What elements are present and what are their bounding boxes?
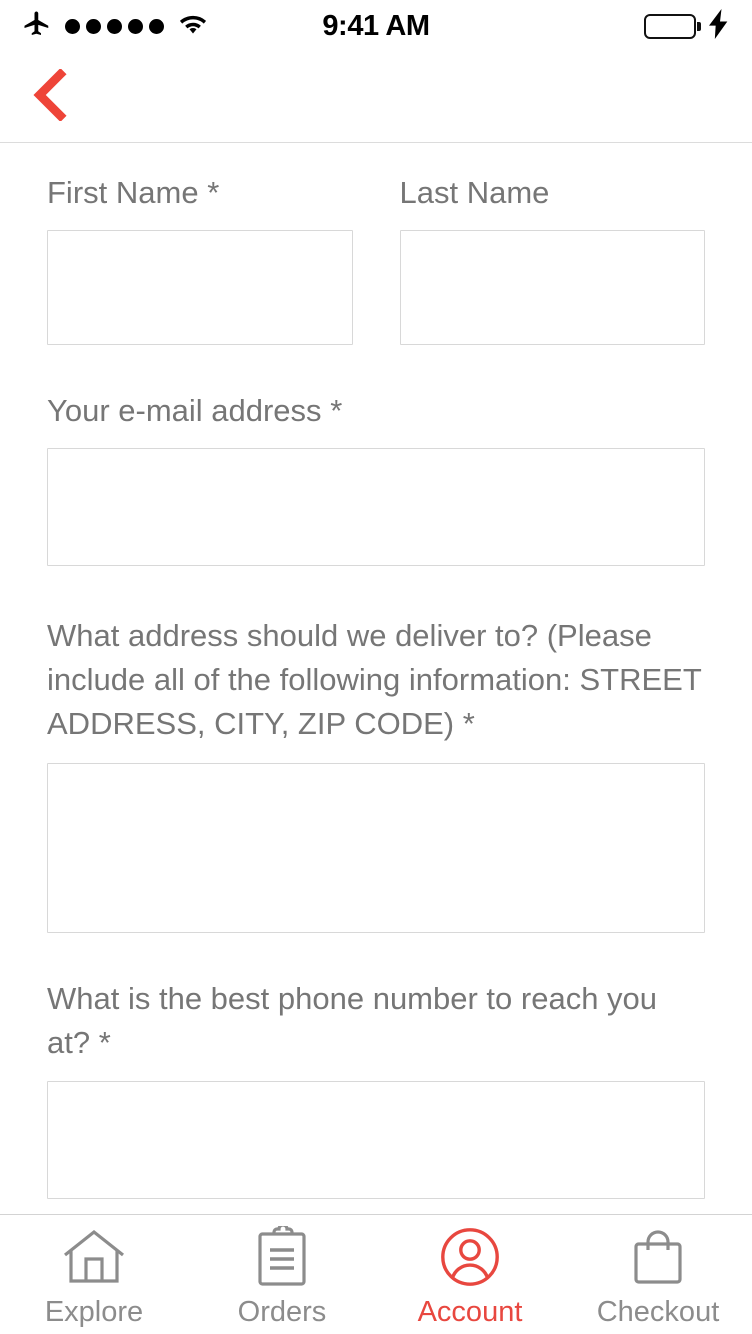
charging-bolt-icon bbox=[708, 8, 730, 44]
status-bar-right bbox=[643, 8, 731, 44]
chevron-left-icon bbox=[28, 67, 72, 126]
first-name-label-text: First Name bbox=[47, 175, 199, 210]
tab-account-label: Account bbox=[417, 1296, 523, 1328]
home-icon bbox=[58, 1226, 130, 1288]
back-button[interactable] bbox=[18, 65, 82, 129]
clipboard-icon bbox=[246, 1226, 318, 1288]
tab-explore-label: Explore bbox=[44, 1296, 144, 1328]
first-name-required-mark: * bbox=[207, 175, 220, 210]
phone-label-text: What is the best phone number to reach y… bbox=[47, 981, 658, 1060]
phone-label: What is the best phone number to reach y… bbox=[47, 977, 705, 1065]
last-name-label: Last Name bbox=[400, 171, 706, 215]
tab-checkout-label: Checkout bbox=[596, 1296, 720, 1328]
status-bar: 9:41 AM bbox=[0, 0, 752, 52]
address-label-text: What address should we deliver to? (Plea… bbox=[47, 618, 702, 741]
first-name-label: First Name * bbox=[47, 171, 353, 215]
navigation-bar bbox=[0, 52, 752, 143]
address-required-mark: * bbox=[462, 706, 475, 741]
last-name-input[interactable] bbox=[399, 230, 705, 345]
email-input[interactable] bbox=[47, 448, 705, 566]
airplane-mode-icon bbox=[22, 9, 52, 44]
bottom-tab-bar: Explore Orders Account Checkout bbox=[0, 1214, 752, 1334]
email-field-group: Your e-mail address * bbox=[47, 345, 705, 566]
account-form: First Name * Last Name Your e-mail addre… bbox=[0, 143, 752, 1214]
last-name-label-text: Last Name bbox=[399, 175, 550, 210]
phone-field-group: What is the best phone number to reach y… bbox=[47, 933, 705, 1199]
email-required-mark: * bbox=[330, 393, 343, 428]
tab-account[interactable]: Account bbox=[376, 1215, 564, 1334]
signal-strength-dots bbox=[65, 18, 164, 34]
tab-explore[interactable]: Explore bbox=[0, 1215, 188, 1334]
phone-screen: 9:41 AM First Name * Last Name Your e-ma… bbox=[0, 0, 752, 1334]
phone-required-mark: * bbox=[98, 1025, 111, 1060]
tab-orders-label: Orders bbox=[237, 1296, 327, 1328]
phone-input[interactable] bbox=[47, 1081, 705, 1199]
tab-checkout[interactable]: Checkout bbox=[564, 1215, 752, 1334]
shopping-bag-icon bbox=[622, 1226, 694, 1288]
name-field-group: First Name * Last Name bbox=[47, 143, 705, 345]
address-input[interactable] bbox=[47, 763, 705, 933]
email-label-text: Your e-mail address bbox=[47, 393, 322, 428]
battery-full-icon bbox=[643, 13, 701, 39]
address-label: What address should we deliver to? (Plea… bbox=[47, 614, 705, 746]
wifi-icon bbox=[177, 11, 209, 42]
status-bar-left bbox=[22, 9, 209, 44]
user-circle-icon bbox=[434, 1226, 506, 1288]
first-name-input[interactable] bbox=[47, 230, 353, 345]
address-field-group: What address should we deliver to? (Plea… bbox=[47, 566, 705, 933]
email-label: Your e-mail address * bbox=[47, 389, 705, 433]
tab-orders[interactable]: Orders bbox=[188, 1215, 376, 1334]
